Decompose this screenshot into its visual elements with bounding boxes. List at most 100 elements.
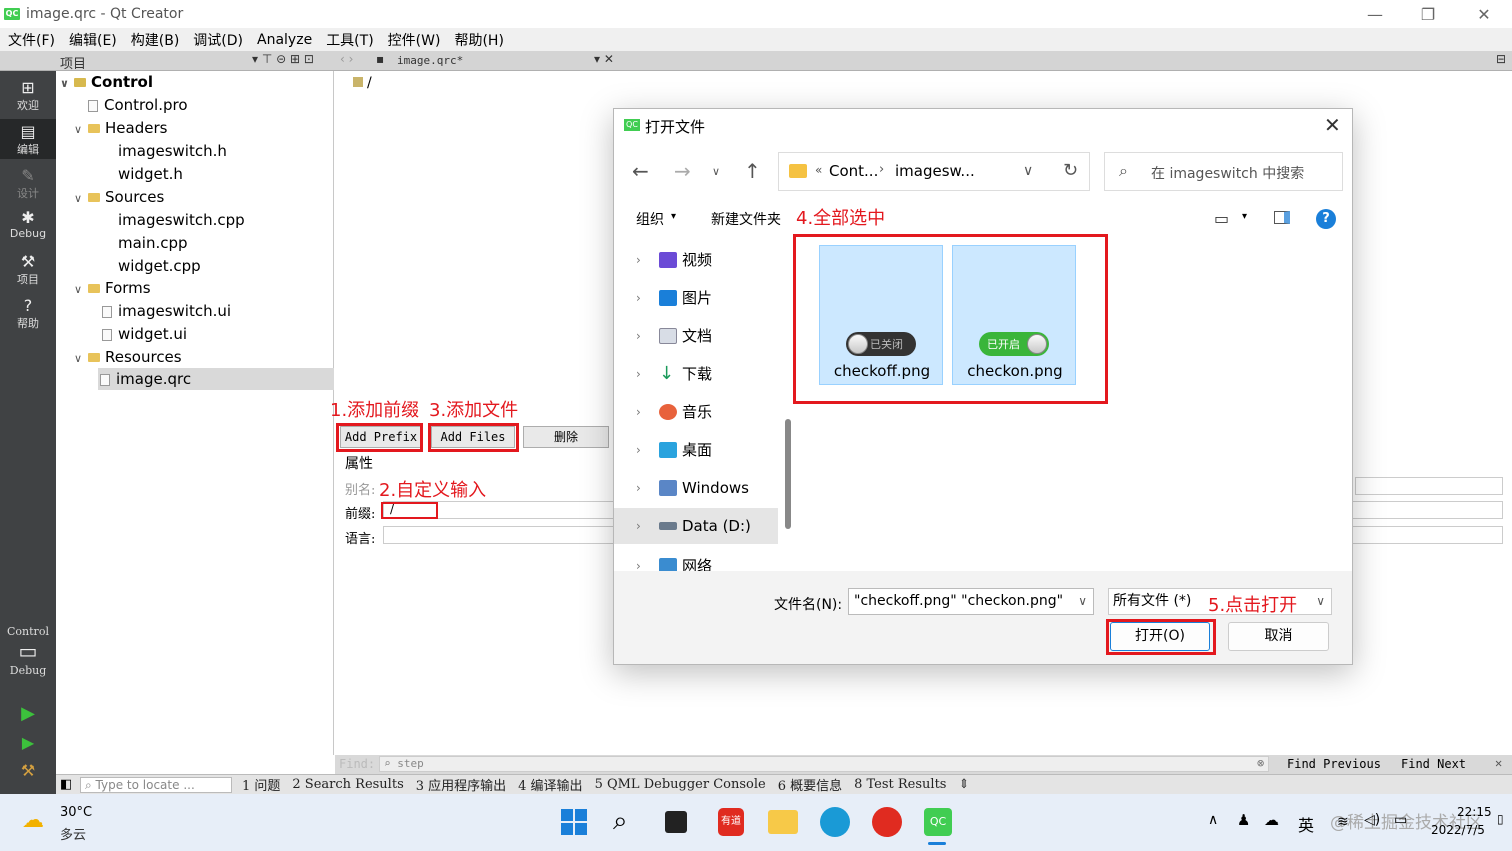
chevron-up-icon[interactable]: ∧ [1208, 812, 1218, 828]
filetype-dropdown-icon[interactable]: ∨ [1316, 589, 1325, 614]
tree-folder-sources[interactable]: ∨ Sources [74, 186, 164, 208]
mode-edit[interactable]: ▤ 编辑 [0, 119, 56, 159]
filename-dropdown-icon[interactable]: ∨ [1078, 589, 1087, 614]
menu-build[interactable]: 构建(B) [125, 30, 186, 50]
build-hammer-icon[interactable]: ⚒ [0, 761, 56, 783]
close-window-button[interactable]: ✕ [1456, 0, 1512, 28]
file-explorer-icon[interactable] [768, 810, 798, 834]
close-find-icon[interactable]: ✕ [1495, 756, 1502, 770]
nav-item-documents[interactable]: › 文档 [614, 318, 779, 354]
search-icon[interactable]: ⌕ [613, 806, 628, 837]
nav-item-drive-d[interactable]: › Data (D:) [614, 508, 778, 544]
output-tab-tests[interactable]: 8 Test Results [848, 777, 952, 792]
notification-icon[interactable]: ▯ [1497, 812, 1504, 826]
wifi-icon[interactable]: ≋ [1337, 814, 1349, 830]
ime-indicator[interactable]: 英 [1298, 812, 1314, 836]
tree-file[interactable]: imageswitch.h [118, 140, 227, 162]
nav-scrollbar[interactable] [785, 419, 791, 529]
up-arrow-icon[interactable]: ↑ [744, 159, 761, 183]
nav-item-network[interactable]: › 网络 [614, 548, 779, 571]
tree-file[interactable]: widget.ui [102, 323, 187, 345]
tree-file[interactable]: widget.cpp [118, 255, 201, 277]
mode-projects[interactable]: ⚒ 项目 [0, 253, 56, 291]
run-icon[interactable]: ▶ [0, 703, 56, 725]
organize-dropdown-icon[interactable]: ▾ [671, 211, 676, 222]
view-dropdown-icon[interactable]: ▾ [1242, 211, 1247, 222]
tree-folder-headers[interactable]: ∨ Headers [74, 117, 167, 139]
cancel-button[interactable]: 取消 [1228, 622, 1329, 651]
start-button[interactable] [561, 809, 587, 835]
youdao-icon[interactable]: 有道 [718, 808, 744, 836]
prefix-tree-root[interactable]: / [353, 75, 372, 91]
organize-button[interactable]: 组织 [636, 209, 664, 229]
breadcrumb-item[interactable]: Cont... [829, 162, 878, 180]
output-tab-qml[interactable]: 5 QML Debugger Console [589, 777, 772, 792]
clock-time[interactable]: 22:15 [1457, 805, 1492, 819]
tree-file[interactable]: widget.h [118, 163, 183, 185]
tree-file[interactable]: imageswitch.cpp [118, 209, 245, 231]
task-view-icon[interactable] [665, 811, 687, 833]
search-box[interactable]: ⌕ 在 imageswitch 中搜索 [1104, 152, 1343, 191]
find-next-button[interactable]: Find Next [1401, 757, 1466, 771]
locator-input[interactable]: ⌕ Type to locate ... [80, 776, 232, 793]
help-icon[interactable]: ? [1316, 209, 1336, 229]
menu-help[interactable]: 帮助(H) [448, 30, 509, 50]
kit-selector[interactable]: Control ▭ Debug [0, 625, 56, 685]
nav-item-desktop[interactable]: › 桌面 [614, 432, 779, 468]
nav-item-videos[interactable]: › 视频 [614, 242, 779, 278]
clear-icon[interactable]: ⊗ [1257, 756, 1264, 770]
back-arrow-icon[interactable]: ← [632, 159, 649, 183]
filename-input[interactable]: "checkoff.png" "checkon.png" ∨ [848, 588, 1094, 615]
nav-item-music[interactable]: › 音乐 [614, 394, 779, 430]
maximize-button[interactable]: ❐ [1400, 0, 1456, 28]
tree-file[interactable]: main.cpp [118, 232, 188, 254]
toggle-sidebar-icon[interactable]: ◧ [60, 777, 72, 792]
clock-date[interactable]: 2022/7/5 [1431, 823, 1485, 837]
breadcrumb-item[interactable]: imagesw... [895, 162, 975, 180]
filter-icon[interactable]: ▾ ⊤ ⊝ ⊞ ⊡ [252, 52, 314, 66]
recent-locations-icon[interactable]: ∨ [712, 165, 720, 178]
tree-folder-resources[interactable]: ∨ Resources [74, 346, 182, 368]
mode-design[interactable]: ✎ 设计 [0, 167, 56, 205]
preview-pane-icon[interactable] [1274, 211, 1290, 224]
file-tab[interactable]: image.qrc* [397, 54, 463, 67]
forward-arrow-icon[interactable]: → [674, 159, 691, 183]
tree-folder-forms[interactable]: ∨ Forms [74, 277, 151, 299]
alias-input[interactable] [1355, 477, 1503, 495]
battery-icon[interactable]: ▭ [1394, 812, 1407, 828]
menu-debug[interactable]: 调试(D) [187, 30, 249, 50]
nav-back-icon[interactable]: ‹ › [340, 52, 353, 66]
tree-file[interactable]: Control.pro [88, 94, 188, 116]
find-input[interactable]: ⌕ step [379, 756, 1269, 772]
tab-dropdown-icon[interactable]: ▾ ✕ [594, 52, 614, 66]
mode-debug[interactable]: ✱ Debug [0, 209, 56, 247]
output-tab-app-output[interactable]: 3 应用程序输出 [410, 775, 512, 794]
delete-button[interactable]: 删除 [523, 426, 609, 448]
qt-creator-taskbar-icon[interactable]: QC [924, 808, 952, 836]
minimize-button[interactable]: — [1347, 0, 1403, 28]
tree-file[interactable]: imageswitch.ui [102, 300, 231, 322]
split-icon[interactable]: ⊟ [1496, 52, 1506, 66]
nav-item-drive-c[interactable]: ›Windows (C:) [614, 470, 779, 533]
close-dialog-icon[interactable]: ✕ [1324, 113, 1341, 137]
refresh-icon[interactable]: ↻ [1063, 160, 1078, 181]
netease-music-icon[interactable] [872, 807, 902, 837]
more-tabs-icon[interactable]: ⇕ [952, 777, 975, 792]
debug-run-icon[interactable]: ▶ [0, 733, 56, 755]
tree-root[interactable]: ∨ Control [60, 71, 153, 93]
menu-tools[interactable]: 工具(T) [320, 30, 379, 50]
new-folder-button[interactable]: 新建文件夹 [711, 209, 781, 229]
menu-widgets[interactable]: 控件(W) [382, 30, 447, 50]
address-dropdown-icon[interactable]: ∨ [1023, 163, 1033, 179]
volume-icon[interactable]: ◁) [1364, 812, 1380, 828]
find-previous-button[interactable]: Find Previous [1287, 757, 1381, 771]
output-tab-compile[interactable]: 4 编译输出 [512, 775, 588, 794]
menu-edit[interactable]: 编辑(E) [63, 30, 123, 50]
menu-file[interactable]: 文件(F) [2, 30, 61, 50]
address-bar[interactable]: « Cont... › imagesw... ∨ ↻ [778, 152, 1090, 191]
qq-icon[interactable]: ♟ [1237, 811, 1250, 829]
nav-item-downloads[interactable]: › ↓ 下载 [614, 356, 779, 392]
output-tab-general[interactable]: 6 概要信息 [772, 775, 848, 794]
output-tab-issues[interactable]: 1 问题 [236, 775, 286, 794]
edge-icon[interactable] [820, 807, 850, 837]
